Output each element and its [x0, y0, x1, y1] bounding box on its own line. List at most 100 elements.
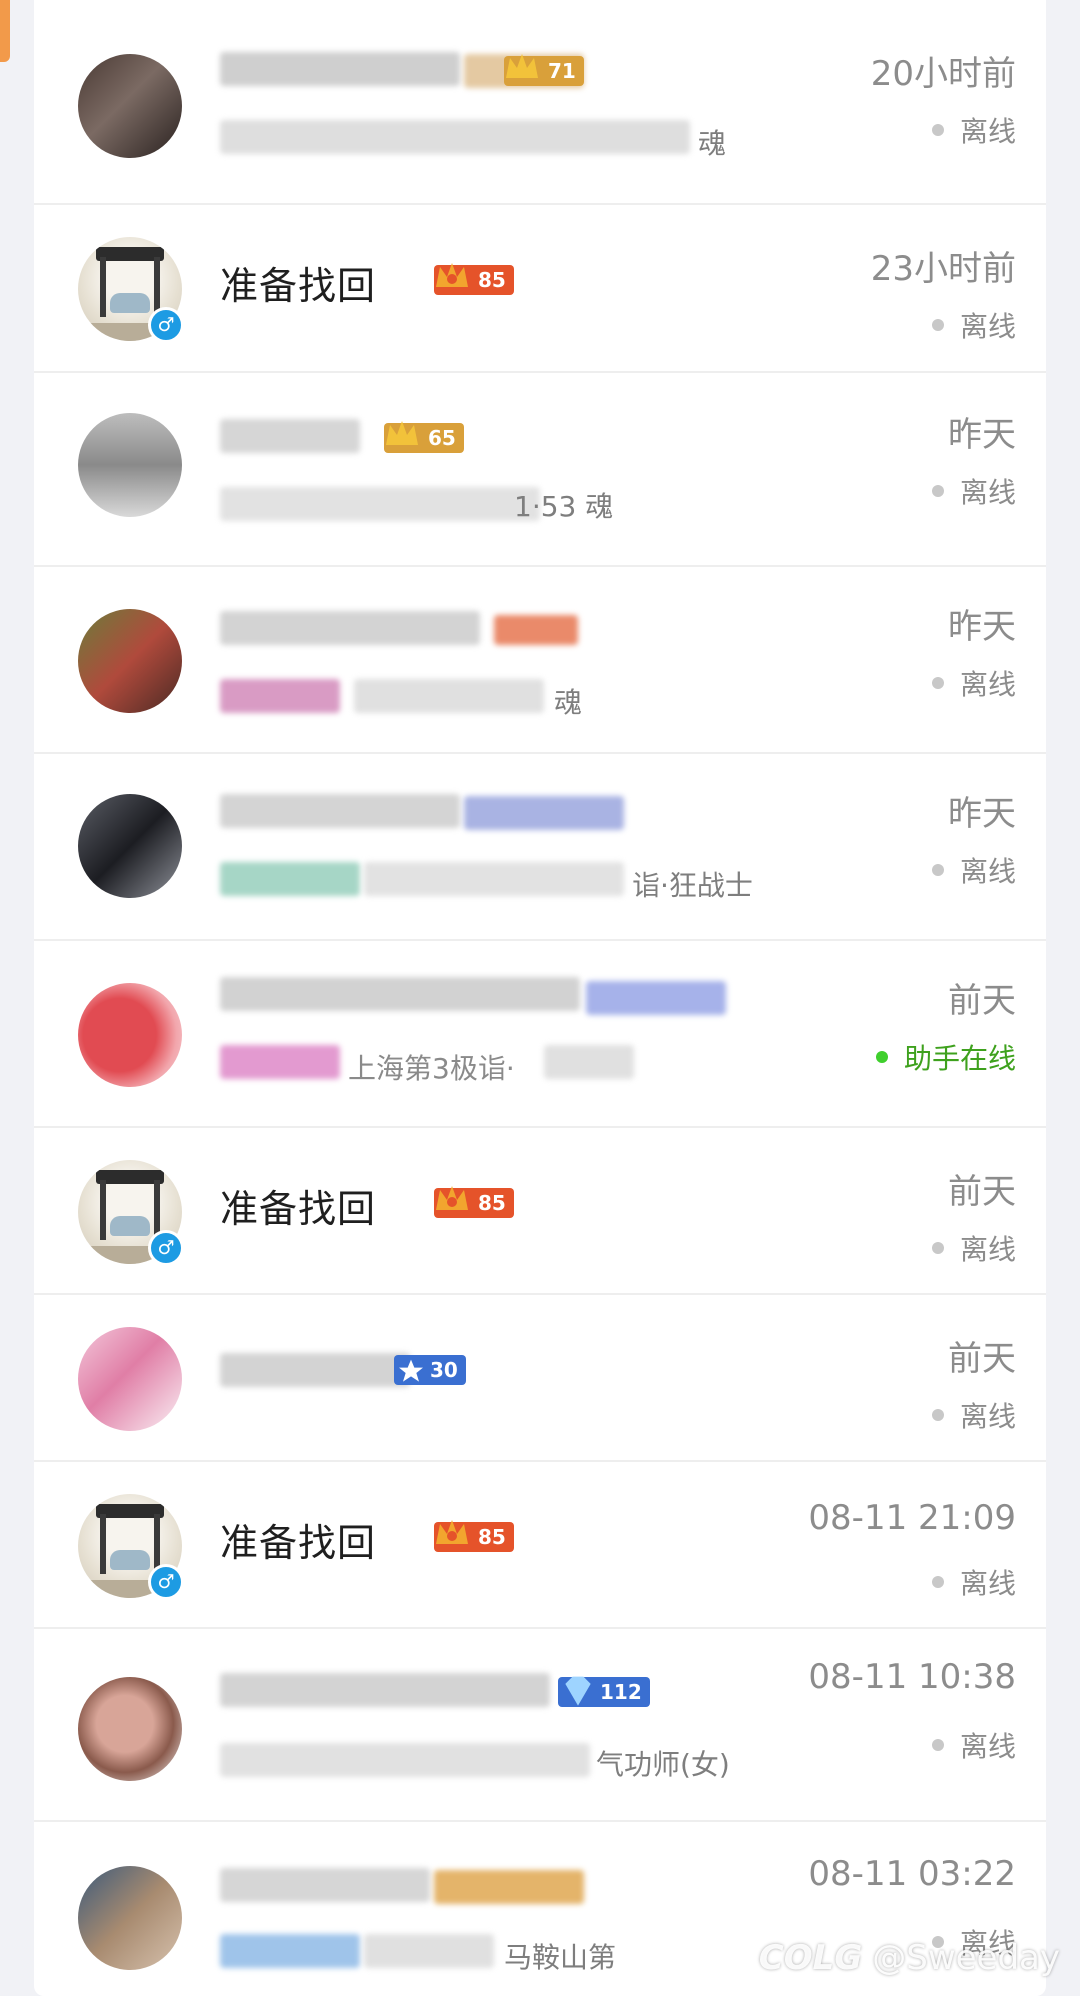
watermark: COLG @Sweeday	[759, 1938, 1060, 1978]
blurred-name	[220, 1868, 430, 1902]
watermark-handle: @Sweeday	[872, 1938, 1060, 1978]
friend-row[interactable]: 71 魂 20小时前 离线	[34, 0, 1046, 205]
signature-text: 1·53 魂	[514, 490, 614, 523]
friend-list: 71 魂 20小时前 离线 ♂ 准备找回 85 23小时前 离线 65 1·53…	[34, 0, 1046, 1996]
male-icon: ♂	[148, 1564, 184, 1600]
online-status: 离线	[931, 1725, 1016, 1765]
blurred-badge	[434, 1870, 584, 1904]
friend-row[interactable]: 上海第3极诣· 前天 助手在线	[34, 941, 1046, 1128]
avatar[interactable]	[78, 983, 182, 1087]
crown-icon	[506, 54, 538, 78]
friend-name: 准备找回	[220, 264, 377, 308]
blurred-sub	[220, 862, 360, 896]
friend-name: 准备找回	[220, 1187, 377, 1231]
friend-row[interactable]: 诣·狂战士 昨天 离线	[34, 754, 1046, 941]
blurred-name	[220, 611, 480, 645]
last-seen-time: 前天	[948, 1172, 1016, 1212]
blurred-badge	[494, 615, 578, 645]
avatar[interactable]	[78, 1327, 182, 1431]
friend-name: 准备找回	[220, 1521, 377, 1565]
status-dot-icon	[931, 1409, 944, 1421]
blurred-name	[220, 52, 460, 86]
online-status: 助手在线	[875, 1037, 1016, 1077]
blurred-sub	[364, 862, 624, 896]
friend-row[interactable]: 魂 昨天 离线	[34, 567, 1046, 754]
status-dot-icon	[931, 1739, 944, 1751]
online-status: 离线	[931, 850, 1016, 890]
blurred-sub	[220, 120, 690, 154]
blurred-name	[220, 794, 460, 828]
blurred-sub	[220, 487, 540, 521]
online-status: 离线	[931, 1228, 1016, 1268]
level-badge: 112	[558, 1676, 650, 1707]
level-badge: 71	[504, 54, 584, 86]
signature-text: 上海第3极诣·	[348, 1052, 515, 1085]
level-badge: 85	[434, 1186, 514, 1218]
last-seen-time: 08-11 21:09	[808, 1498, 1016, 1538]
avatar[interactable]	[78, 54, 182, 158]
last-seen-time: 前天	[948, 1339, 1016, 1379]
avatar[interactable]	[78, 413, 182, 517]
last-seen-time: 08-11 10:38	[808, 1657, 1016, 1697]
male-icon: ♂	[148, 307, 184, 343]
friend-row[interactable]: ♂ 准备找回 85 23小时前 离线	[34, 205, 1046, 373]
status-dot-icon	[875, 1051, 888, 1063]
blurred-badge	[586, 981, 726, 1015]
avatar[interactable]	[78, 794, 182, 898]
status-dot-icon	[931, 677, 944, 689]
friend-row[interactable]: 112 气功师(女) 08-11 10:38 离线	[34, 1629, 1046, 1822]
crown-icon	[436, 1520, 468, 1544]
colg-logo: COLG	[758, 1938, 863, 1978]
online-status: 离线	[931, 471, 1016, 511]
avatar[interactable]	[78, 609, 182, 713]
star-icon	[399, 1359, 423, 1382]
level-badge: 85	[434, 263, 514, 295]
crown-icon	[436, 1186, 468, 1210]
blurred-name	[220, 419, 360, 453]
status-dot-icon	[931, 319, 944, 331]
level-badge: 85	[434, 1520, 514, 1552]
signature-text: 魂	[698, 127, 727, 160]
avatar[interactable]	[78, 1677, 182, 1781]
male-icon: ♂	[148, 1230, 184, 1266]
last-seen-time: 昨天	[948, 607, 1016, 647]
signature-text: 诣·狂战士	[632, 869, 753, 902]
online-status: 离线	[931, 110, 1016, 150]
signature-text: 马鞍山第	[504, 1941, 617, 1974]
last-seen-time: 20小时前	[870, 54, 1016, 94]
blurred-name	[220, 1353, 410, 1387]
edge-tab[interactable]	[0, 0, 10, 62]
online-status: 离线	[931, 1562, 1016, 1602]
status-dot-icon	[931, 1242, 944, 1254]
blurred-badge	[464, 796, 624, 830]
status-dot-icon	[931, 1576, 944, 1588]
blurred-sub	[220, 679, 340, 713]
last-seen-time: 昨天	[948, 415, 1016, 455]
crown-icon	[436, 263, 468, 287]
level-badge: 30	[394, 1355, 466, 1385]
blurred-sub	[220, 1934, 360, 1968]
level-badge: 65	[384, 421, 464, 453]
online-status: 离线	[931, 305, 1016, 345]
status-dot-icon	[931, 864, 944, 876]
blurred-sub	[364, 1934, 494, 1968]
blurred-name	[220, 1673, 550, 1707]
friend-row[interactable]: ♂ 准备找回 85 前天 离线	[34, 1128, 1046, 1295]
avatar[interactable]	[78, 1866, 182, 1970]
last-seen-time: 前天	[948, 981, 1016, 1021]
crown-icon	[386, 421, 418, 445]
friend-row[interactable]: 65 1·53 魂 昨天 离线	[34, 373, 1046, 567]
diamond-icon	[565, 1676, 591, 1706]
last-seen-time: 23小时前	[870, 249, 1016, 289]
last-seen-time: 昨天	[948, 794, 1016, 834]
signature-text: 气功师(女)	[596, 1748, 730, 1781]
friend-row[interactable]: ♂ 准备找回 85 08-11 21:09 离线	[34, 1462, 1046, 1629]
status-dot-icon	[931, 124, 944, 136]
signature-text: 魂	[554, 686, 583, 719]
online-status: 离线	[931, 663, 1016, 703]
blurred-name	[220, 977, 580, 1011]
friend-row[interactable]: 30 前天 离线	[34, 1295, 1046, 1462]
blurred-sub	[220, 1045, 340, 1079]
online-status: 离线	[931, 1395, 1016, 1435]
status-dot-icon	[931, 485, 944, 497]
